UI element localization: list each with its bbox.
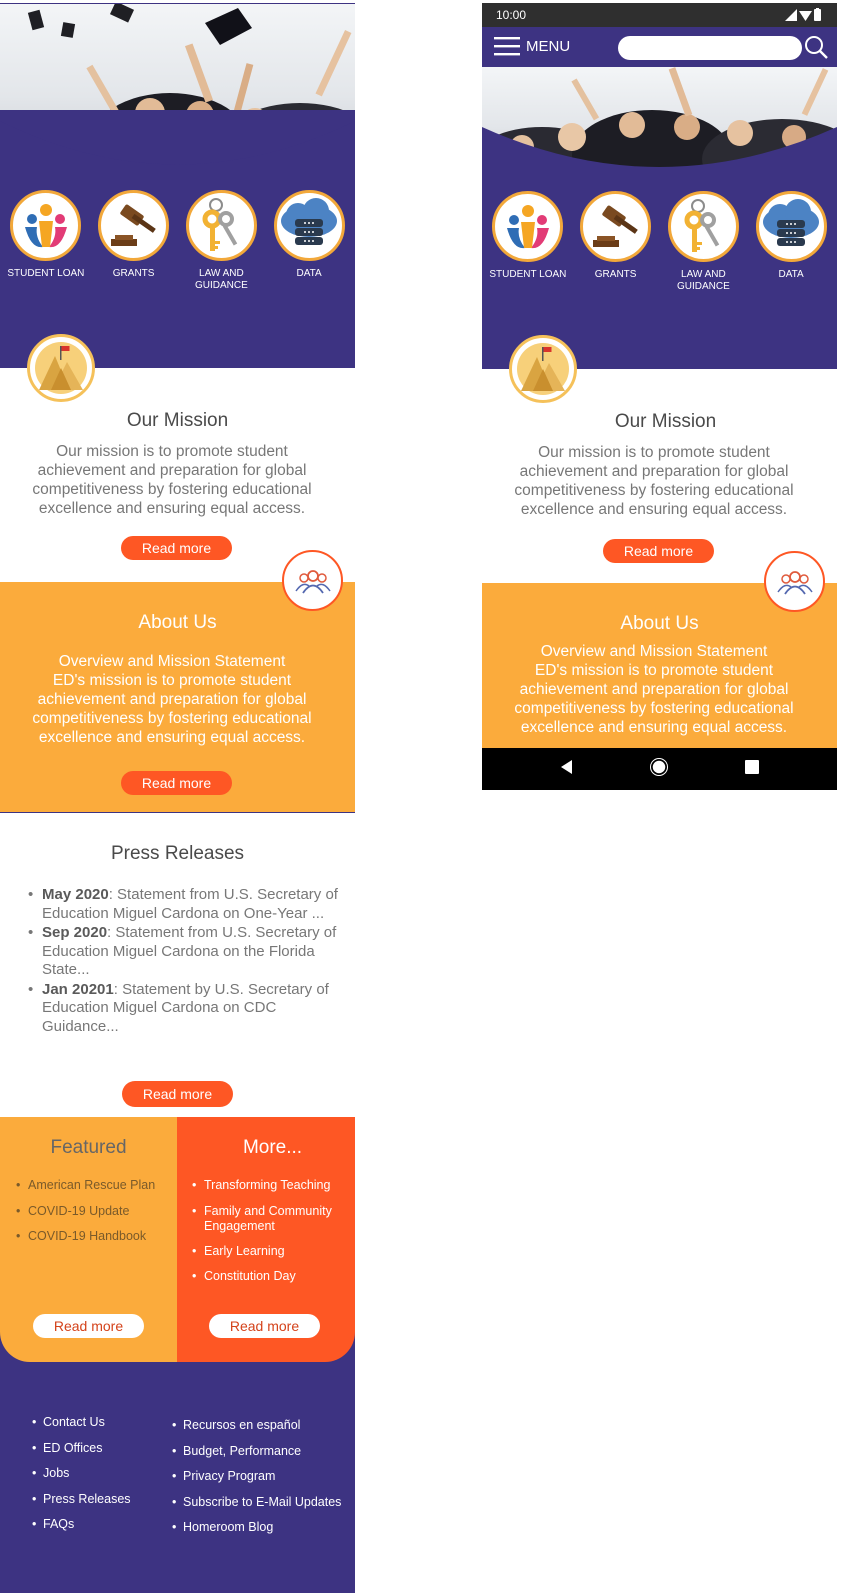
gavel-icon: [98, 190, 170, 261]
list-item[interactable]: Sep 2020: Statement from U.S. Secretary …: [28, 924, 340, 980]
quick-nav: STUDENT LOAN GRANTS LAW AND GUIDANCE DAT…: [482, 191, 837, 293]
footer-link[interactable]: Homeroom Blog: [172, 1519, 352, 1545]
nav-label: LAW AND GUIDANCE: [676, 269, 730, 292]
about-subtitle: Overview and Mission Statement: [58, 653, 286, 670]
about-body: ED's mission is to promote student achie…: [32, 672, 312, 746]
nav-label: GRANTS: [112, 268, 155, 279]
more-list: Transforming Teaching Family and Communi…: [192, 1178, 347, 1295]
cloud-database-icon: [273, 190, 345, 261]
featured-list: American Rescue Plan COVID-19 Update COV…: [16, 1178, 171, 1255]
mission-title: Our Mission: [614, 411, 717, 432]
nav-data[interactable]: DATA: [268, 190, 350, 292]
search-icon[interactable]: [804, 35, 828, 59]
nav-label: STUDENT LOAN: [7, 268, 85, 279]
phone-mockup: 10:00 MENU STUDENT LOAN GRANTS LAW AND G…: [482, 3, 837, 790]
featured-read-more-button[interactable]: Read more: [33, 1314, 144, 1338]
more-title: More...: [242, 1137, 303, 1158]
battery-icon: [814, 8, 821, 21]
list-item[interactable]: Constitution Day: [192, 1269, 347, 1284]
nav-grants[interactable]: GRANTS: [93, 190, 175, 292]
list-item[interactable]: May 2020: Statement from U.S. Secretary …: [28, 886, 340, 923]
status-bar: 10:00: [482, 3, 837, 27]
cloud-database-icon: [755, 191, 827, 262]
footer-link[interactable]: Press Releases: [32, 1491, 162, 1517]
about-read-more-button[interactable]: Read more: [121, 771, 232, 795]
list-item[interactable]: Early Learning: [192, 1244, 347, 1259]
full-page-mockup: STUDENT LOAN GRANTS LAW AND GUIDANCE DAT…: [0, 0, 355, 1593]
nav-label: STUDENT LOAN: [489, 269, 567, 280]
status-time: 10:00: [496, 8, 527, 22]
home-icon[interactable]: [650, 757, 669, 781]
search-input[interactable]: [618, 36, 802, 60]
about-title: About Us: [620, 613, 699, 634]
menu-label: MENU: [526, 37, 571, 55]
back-icon[interactable]: [560, 759, 574, 779]
footer-link[interactable]: Recursos en español: [172, 1417, 352, 1443]
gavel-icon: [580, 191, 652, 262]
signal-icon: [785, 9, 797, 21]
nav-label: GRANTS: [594, 269, 637, 280]
list-item[interactable]: Transforming Teaching: [192, 1178, 347, 1193]
nav-label: DATA: [778, 269, 804, 280]
team-icon: [764, 551, 825, 612]
footer-link[interactable]: FAQs: [32, 1516, 162, 1542]
list-item[interactable]: Jan 20201: Statement by U.S. Secretary o…: [28, 981, 340, 1037]
press-list: May 2020: Statement from U.S. Secretary …: [28, 886, 340, 1037]
list-item[interactable]: COVID-19 Update: [16, 1204, 171, 1219]
mission-read-more-button[interactable]: Read more: [603, 539, 714, 563]
more-read-more-button[interactable]: Read more: [209, 1314, 320, 1338]
about-body: ED's mission is to promote student achie…: [514, 662, 794, 736]
quick-nav: STUDENT LOAN GRANTS LAW AND GUIDANCE DAT…: [0, 190, 355, 292]
about-subtitle: Overview and Mission Statement: [540, 643, 768, 660]
people-icon: [492, 191, 564, 262]
team-icon: [282, 550, 343, 611]
footer-links-right: Recursos en español Budget, Performance …: [172, 1417, 352, 1545]
footer-link[interactable]: Contact Us: [32, 1414, 162, 1440]
nav-law-and-guidance[interactable]: LAW AND GUIDANCE: [180, 190, 262, 292]
list-item[interactable]: Family and Community Engagement: [192, 1204, 347, 1234]
nav-data[interactable]: DATA: [750, 191, 832, 293]
about-title: About Us: [138, 612, 217, 633]
mission-body: Our mission is to promote student achiev…: [32, 443, 312, 517]
footer-link[interactable]: Privacy Program: [172, 1468, 352, 1494]
footer-link[interactable]: Budget, Performance: [172, 1443, 352, 1469]
mission-read-more-button[interactable]: Read more: [121, 536, 232, 560]
footer-link[interactable]: Subscribe to E-Mail Updates: [172, 1494, 352, 1520]
keys-icon: [667, 191, 739, 262]
nav-label: LAW AND GUIDANCE: [194, 268, 248, 291]
nav-student-loan[interactable]: STUDENT LOAN: [5, 190, 87, 292]
featured-title: Featured: [50, 1137, 127, 1158]
wifi-icon: [799, 11, 812, 21]
list-item[interactable]: COVID-19 Handbook: [16, 1229, 171, 1244]
keys-icon: [185, 190, 257, 261]
footer-links-left: Contact Us ED Offices Jobs Press Release…: [32, 1414, 162, 1542]
nav-student-loan[interactable]: STUDENT LOAN: [487, 191, 569, 293]
app-bar: MENU: [482, 27, 837, 67]
nav-grants[interactable]: GRANTS: [575, 191, 657, 293]
mountain-flag-icon: [509, 335, 577, 403]
press-title: Press Releases: [110, 843, 245, 864]
mission-body: Our mission is to promote student achiev…: [514, 444, 794, 518]
list-item[interactable]: American Rescue Plan: [16, 1178, 171, 1193]
recents-icon[interactable]: [744, 759, 759, 779]
people-icon: [10, 190, 82, 261]
hero-mask: [0, 3, 355, 178]
nav-law-and-guidance[interactable]: LAW AND GUIDANCE: [662, 191, 744, 293]
nav-label: DATA: [296, 268, 322, 279]
footer-link[interactable]: Jobs: [32, 1465, 162, 1491]
press-read-more-button[interactable]: Read more: [122, 1081, 233, 1107]
mission-title: Our Mission: [126, 410, 229, 431]
menu-button[interactable]: MENU: [494, 36, 570, 56]
system-nav-bar: [482, 748, 837, 790]
hamburger-icon: [494, 37, 520, 56]
mountain-flag-icon: [27, 334, 95, 402]
footer-link[interactable]: ED Offices: [32, 1440, 162, 1466]
hero-image: [482, 67, 837, 175]
